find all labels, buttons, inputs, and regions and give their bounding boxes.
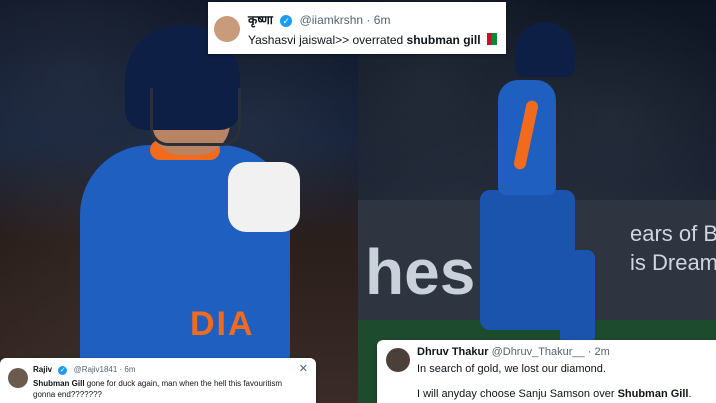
tweet-meta: Rajiv ✓ @Rajiv1841 · 6m	[33, 365, 136, 375]
tweet-text: Shubman Gill gone for duck again, man wh…	[33, 378, 303, 400]
display-name[interactable]: Dhruv Thakur	[417, 346, 489, 358]
board-text: ears of Bu is Dream	[630, 221, 716, 275]
user-handle[interactable]: @Dhruv_Thakur__	[492, 346, 585, 358]
tweet-card-top[interactable]: कृष्णा ✓ @iiamkrshn · 6m Yashasvi jaiswa…	[208, 2, 506, 54]
verified-badge-icon: ✓	[280, 15, 293, 27]
tweet-text-bold: Shubman Gill	[33, 379, 85, 388]
verified-badge-icon: ✓	[58, 366, 68, 375]
avatar[interactable]	[386, 348, 410, 372]
avatar[interactable]	[214, 16, 240, 42]
batting-glove	[228, 162, 300, 232]
tweet-card-right[interactable]: Dhruv Thakur @Dhruv_Thakur__ · 2m In sea…	[377, 340, 716, 403]
user-handle[interactable]: @Rajiv1841	[74, 365, 118, 374]
tweet-text-bold: shubman gill	[406, 33, 481, 47]
avatar[interactable]	[8, 368, 28, 388]
tweet-text: Yashasvi jaiswal>> overrated shubman gil…	[248, 33, 497, 47]
tweet-text-plain: I will anyday choose Sanju Samson over	[417, 388, 618, 400]
batting-pad-right	[560, 250, 595, 345]
tweet-time[interactable]: · 2m	[588, 346, 610, 358]
display-name[interactable]: कृष्णा	[248, 13, 273, 27]
tweet-meta: कृष्णा ✓ @iiamkrshn · 6m	[248, 11, 390, 28]
flag-icon	[486, 33, 497, 45]
player-helmet-right	[515, 22, 575, 77]
board-word: hes	[365, 236, 476, 308]
tweet-time[interactable]: · 6m	[120, 365, 136, 374]
tweet-card-left[interactable]: Rajiv ✓ @Rajiv1841 · 6m ✕ Shubman Gill g…	[0, 358, 316, 403]
tweet-text-suffix: .	[688, 388, 692, 400]
tweet-text-line1: In search of gold, we lost our diamond.	[417, 363, 606, 375]
jersey-text: DIA	[190, 305, 255, 343]
tweet-text-plain: Yashasvi jaiswal>> overrated	[248, 33, 407, 47]
tweet-text-line2: I will anyday choose Sanju Samson over S…	[417, 388, 692, 400]
close-icon[interactable]: ✕	[299, 362, 308, 375]
helmet-grill-left	[150, 88, 241, 146]
tweet-time[interactable]: · 6m	[366, 13, 390, 27]
tweet-text-bold: Shubman Gill	[617, 388, 689, 400]
display-name[interactable]: Rajiv	[33, 365, 52, 374]
tweet-meta: Dhruv Thakur @Dhruv_Thakur__ · 2m	[417, 346, 610, 358]
user-handle[interactable]: @iiamkrshn	[300, 13, 364, 27]
